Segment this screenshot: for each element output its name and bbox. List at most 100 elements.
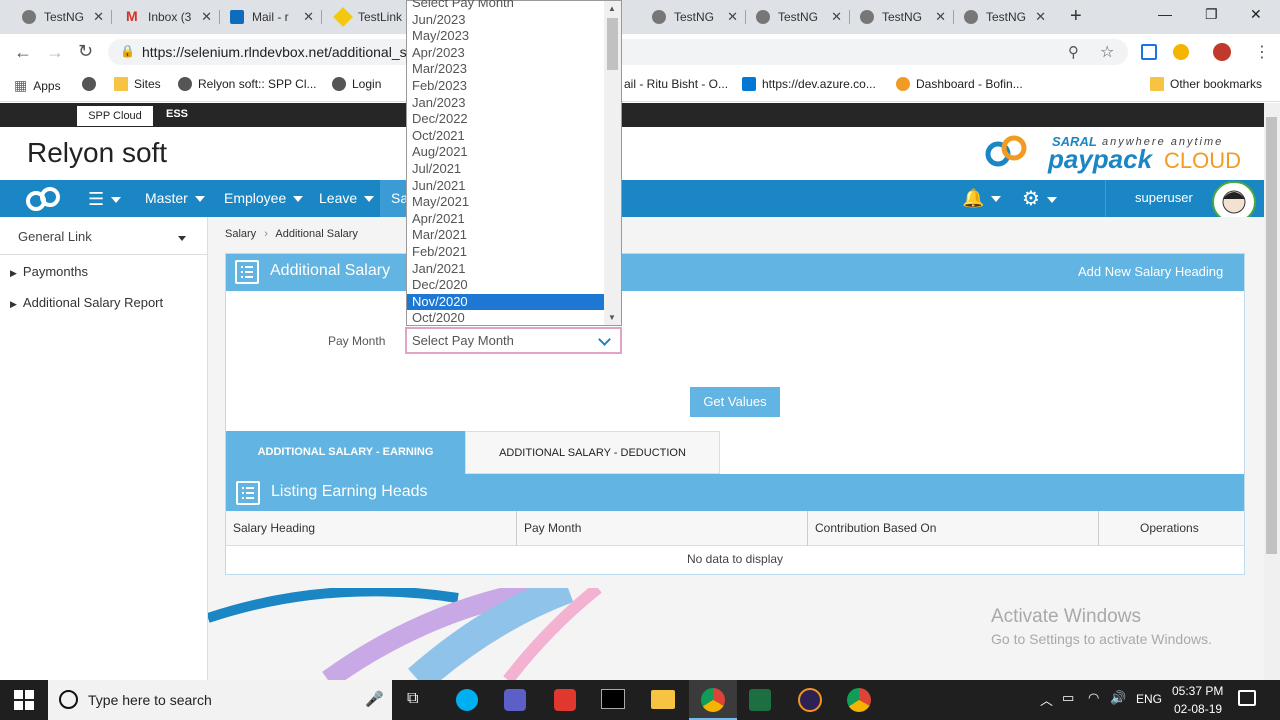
dropdown-option[interactable]: Jul/2021 xyxy=(412,161,461,176)
nav-salary[interactable]: Sal xyxy=(391,190,406,206)
extension-icon[interactable] xyxy=(1141,44,1157,60)
column-header[interactable]: Salary Heading xyxy=(233,521,315,535)
menu-icon[interactable]: ⋮ xyxy=(1254,42,1270,62)
reload-icon[interactable]: ↻ xyxy=(78,41,93,62)
tab-spp-cloud[interactable]: SPP Cloud xyxy=(77,106,153,126)
nav-master[interactable]: Master xyxy=(145,190,205,206)
column-header[interactable]: Pay Month xyxy=(524,521,581,535)
browser-tab[interactable]: TestNG ✕ xyxy=(964,0,1046,34)
battery-icon[interactable]: ▭ xyxy=(1062,690,1074,706)
teams-icon[interactable] xyxy=(504,689,526,711)
dropdown-option[interactable]: Mar/2021 xyxy=(412,227,467,242)
dropdown-option[interactable]: Oct/2020 xyxy=(412,310,465,325)
windows-start-icon[interactable] xyxy=(14,690,34,710)
dropdown-scrollbar-thumb[interactable] xyxy=(607,18,618,70)
tray-chevron-icon[interactable]: ︿ xyxy=(1040,690,1053,709)
browser-tab[interactable]: TestNG ✕ xyxy=(22,0,112,34)
extension-icon[interactable] xyxy=(1173,44,1189,60)
close-icon[interactable]: ✕ xyxy=(93,9,104,25)
star-icon[interactable]: ☆ xyxy=(1100,42,1114,62)
chrome-icon[interactable] xyxy=(847,688,871,712)
dropdown-option[interactable]: Jun/2023 xyxy=(412,12,466,27)
browser-tab[interactable]: TestNG ✕ xyxy=(652,0,746,34)
notification-icon[interactable] xyxy=(1238,690,1256,706)
app-icon[interactable] xyxy=(554,689,576,711)
browser-tab[interactable]: TestNG ✕ xyxy=(756,0,850,34)
get-values-button[interactable]: Get Values xyxy=(690,387,780,417)
minimize-icon[interactable]: — xyxy=(1158,6,1172,22)
home-logo-icon[interactable] xyxy=(22,184,66,214)
profile-avatar[interactable] xyxy=(1213,43,1231,61)
excel-icon[interactable] xyxy=(749,689,771,711)
bookmark-dashboard[interactable]: Dashboard - Bofin... xyxy=(896,77,1023,91)
wifi-icon[interactable]: ◠ xyxy=(1088,690,1099,706)
bell-icon[interactable]: 🔔 xyxy=(962,188,1002,209)
scroll-down-icon[interactable]: ▼ xyxy=(608,313,616,322)
browser-tab[interactable]: M Inbox (3 ✕ xyxy=(126,0,220,34)
dropdown-option[interactable]: Feb/2023 xyxy=(412,78,467,93)
new-tab-icon[interactable]: + xyxy=(1070,5,1082,28)
terminal-icon[interactable] xyxy=(601,689,625,709)
close-icon[interactable]: ✕ xyxy=(935,9,946,25)
scroll-up-icon[interactable]: ▲ xyxy=(608,4,616,13)
zoom-icon[interactable]: ⚲ xyxy=(1068,43,1079,61)
dropdown-option[interactable]: Select Pay Month xyxy=(412,0,514,10)
skype-icon[interactable] xyxy=(456,689,478,711)
bookmark-mail[interactable]: ail - Ritu Bisht - O... xyxy=(624,77,728,91)
dropdown-option[interactable]: Apr/2021 xyxy=(412,211,465,226)
username[interactable]: superuser xyxy=(1135,190,1193,205)
language-indicator[interactable]: ENG xyxy=(1136,692,1162,706)
dropdown-option[interactable]: May/2023 xyxy=(412,28,469,43)
close-icon[interactable]: ✕ xyxy=(1035,9,1046,25)
close-icon[interactable]: ✕ xyxy=(831,9,842,25)
bookmark-login[interactable]: Login xyxy=(332,77,381,91)
back-icon[interactable]: ← xyxy=(14,42,32,63)
bookmark-sites[interactable]: Sites xyxy=(114,77,161,91)
eclipse-icon[interactable] xyxy=(798,688,822,712)
bookmark-azure[interactable]: https://dev.azure.co... xyxy=(742,77,876,91)
bookmark-relyon[interactable]: Relyon soft:: SPP Cl... xyxy=(178,77,317,91)
dropdown-option[interactable]: Mar/2023 xyxy=(412,61,467,76)
dropdown-option[interactable]: May/2021 xyxy=(412,194,469,209)
close-window-icon[interactable]: ✕ xyxy=(1250,6,1262,23)
browser-tab[interactable]: Mail - r ✕ xyxy=(230,0,322,34)
close-icon[interactable]: ✕ xyxy=(201,9,212,25)
dropdown-option[interactable]: Apr/2023 xyxy=(412,45,465,60)
bookmark-apps[interactable]: ▦ Apps xyxy=(14,77,61,94)
scrollbar-thumb[interactable] xyxy=(1266,117,1277,554)
hamburger-icon[interactable]: ☰ xyxy=(88,189,122,210)
breadcrumb-root[interactable]: Salary xyxy=(225,228,256,240)
add-new-salary-heading-link[interactable]: Add New Salary Heading xyxy=(1078,264,1223,279)
dropdown-option[interactable]: Oct/2021 xyxy=(412,128,465,143)
tab-deduction[interactable]: ADDITIONAL SALARY - DEDUCTION xyxy=(465,431,720,474)
task-view-icon[interactable]: ⧉ xyxy=(407,690,418,708)
dropdown-option[interactable]: Dec/2022 xyxy=(412,111,468,126)
nav-leave[interactable]: Leave xyxy=(319,190,375,206)
sidebar-item-paymonths[interactable]: ▶ Paymonths xyxy=(10,264,88,279)
tab-earning[interactable]: ADDITIONAL SALARY - EARNING xyxy=(226,431,465,474)
sidebar-item-additional-salary-report[interactable]: ▶ Additional Salary Report xyxy=(10,295,163,310)
microphone-icon[interactable]: 🎤 xyxy=(365,690,384,708)
dropdown-option[interactable]: Feb/2021 xyxy=(412,244,467,259)
file-explorer-icon[interactable] xyxy=(651,690,675,709)
maximize-icon[interactable]: ❐ xyxy=(1205,6,1218,23)
forward-icon[interactable]: → xyxy=(46,42,64,63)
column-header[interactable]: Contribution Based On xyxy=(815,521,936,535)
dropdown-option[interactable]: Dec/2020 xyxy=(412,277,468,292)
clock-time[interactable]: 05:37 PM xyxy=(1172,684,1223,698)
settings-gear-icon[interactable]: ⚙ xyxy=(1022,186,1057,211)
close-icon[interactable]: ✕ xyxy=(303,9,314,25)
tab-ess[interactable]: ESS xyxy=(166,108,188,120)
close-icon[interactable]: ✕ xyxy=(727,9,738,25)
dropdown-option[interactable]: Aug/2021 xyxy=(412,144,468,159)
dropdown-option[interactable]: Jan/2021 xyxy=(412,261,466,276)
clock-date[interactable]: 02-08-19 xyxy=(1174,702,1222,716)
dropdown-option[interactable]: Jan/2023 xyxy=(412,95,466,110)
dropdown-option[interactable]: Jun/2021 xyxy=(412,178,466,193)
browser-tab[interactable]: TestNG ✕ xyxy=(860,0,954,34)
nav-employee[interactable]: Employee xyxy=(224,190,304,206)
browser-tab[interactable]: TestLink xyxy=(333,0,402,34)
bookmark-globe[interactable] xyxy=(82,77,96,91)
volume-icon[interactable]: 🔊 xyxy=(1110,690,1126,706)
dropdown-option[interactable]: Nov/2020 xyxy=(412,294,468,309)
